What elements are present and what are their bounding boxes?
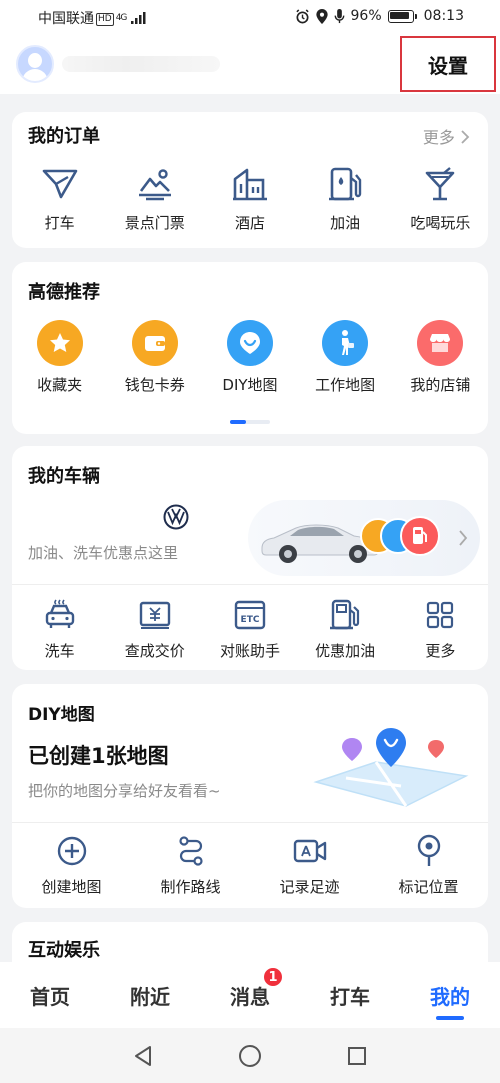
map-pin-icon: [409, 834, 449, 868]
entertainment-title: 互动娱乐: [28, 940, 100, 961]
recommend-diy-map[interactable]: DIY地图: [202, 320, 297, 395]
tab-home[interactable]: 首页: [0, 962, 100, 1028]
recommend-favorites[interactable]: 收藏夹: [12, 320, 107, 395]
microphone-icon: [334, 8, 344, 23]
recent-apps-icon[interactable]: [342, 1042, 372, 1070]
grid-more-icon: [420, 598, 460, 632]
orders-card: 我的订单 更多 打车 景点门票 酒店 加油 吃喝玩乐: [12, 112, 488, 248]
vehicle-fuel-discount[interactable]: 优惠加油: [298, 598, 393, 661]
recommend-my-shop[interactable]: 我的店铺: [393, 320, 488, 395]
tab-nearby[interactable]: 附近: [100, 962, 200, 1028]
hd-icon: HD: [96, 13, 114, 26]
order-taxi[interactable]: 打车: [12, 164, 107, 233]
order-scenic-ticket[interactable]: 景点门票: [107, 164, 202, 233]
page-indicator: [230, 420, 270, 424]
map-illustration: [313, 728, 469, 807]
orders-more-link[interactable]: 更多: [423, 124, 470, 148]
message-badge: 1: [262, 966, 284, 988]
diy-mark-location[interactable]: 标记位置: [369, 834, 488, 897]
fuel-discount-icon: [325, 598, 365, 632]
tab-mine[interactable]: 我的: [400, 962, 500, 1028]
chevron-right-icon: [461, 130, 470, 144]
svg-text:ETC: ETC: [241, 615, 260, 625]
video-record-icon: [290, 834, 330, 868]
scenic-ticket-icon: [135, 164, 175, 204]
cocktail-icon: [420, 164, 460, 204]
diy-map-title: DIY地图: [28, 705, 95, 725]
orders-title: 我的订单: [28, 126, 100, 147]
battery-icon: [387, 9, 417, 23]
order-food-fun[interactable]: 吃喝玩乐: [393, 164, 488, 233]
fuel-icon: [325, 164, 365, 204]
system-nav-bar: [0, 1028, 500, 1083]
user-name-redacted[interactable]: [62, 56, 220, 72]
diy-record-footprint[interactable]: 记录足迹: [250, 834, 369, 897]
settings-button[interactable]: 设置: [400, 36, 496, 92]
recommend-work-map[interactable]: 工作地图: [298, 320, 393, 395]
order-hotel[interactable]: 酒店: [202, 164, 297, 233]
alarm-icon: [295, 8, 309, 23]
chevron-right-icon: [459, 530, 468, 546]
bottom-tab-bar: 首页 附近 消息 1 打车 我的: [0, 962, 500, 1028]
hotel-icon: [230, 164, 270, 204]
diy-map-card: DIY地图 已创建1张地图 把你的地图分享给好友看看~ 创建地图 制作路线 记录…: [12, 684, 488, 908]
avatar[interactable]: [16, 45, 54, 83]
taxi-icon: [40, 164, 80, 204]
recommend-wallet[interactable]: 钱包卡券: [107, 320, 202, 395]
home-circle-icon[interactable]: [235, 1042, 265, 1070]
diy-map-icon: [226, 320, 273, 366]
diy-make-route[interactable]: 制作路线: [131, 834, 250, 897]
vehicle-more[interactable]: 更多: [393, 598, 488, 661]
diy-map-subtitle: 把你的地图分享给好友看看~: [28, 782, 221, 800]
location-icon: [315, 8, 328, 24]
car-wash-icon: [40, 598, 80, 632]
vehicle-price-check[interactable]: 查成交价: [107, 598, 202, 661]
shop-icon: [417, 320, 464, 366]
walker-icon: [322, 320, 369, 366]
etc-icon: ETC: [230, 598, 270, 632]
vehicle-car-wash[interactable]: 洗车: [12, 598, 107, 661]
price-tag-icon: [135, 598, 175, 632]
status-bar: 中国联通 HD 4G 96% 08:13: [0, 0, 500, 34]
vehicle-promo-text: 加油、洗车优惠点这里: [28, 544, 179, 562]
recommend-title: 高德推荐: [28, 282, 100, 303]
carrier: 中国联通 HD 4G: [38, 8, 147, 28]
profile-header: 设置: [0, 34, 500, 94]
order-fuel[interactable]: 加油: [298, 164, 393, 233]
signal-icon: [130, 12, 146, 24]
vehicle-title: 我的车辆: [28, 466, 100, 487]
plus-circle-icon: [52, 834, 92, 868]
wallet-icon: [131, 320, 178, 366]
tab-taxi[interactable]: 打车: [300, 962, 400, 1028]
battery-percent: 96%: [350, 8, 382, 24]
fuel-badge: [400, 516, 440, 556]
diy-create-map[interactable]: 创建地图: [12, 834, 131, 897]
network-type: 4G: [115, 13, 128, 23]
tab-messages[interactable]: 消息 1: [200, 962, 300, 1028]
route-icon: [171, 834, 211, 868]
vehicle-etc-assistant[interactable]: ETC 对账助手: [202, 598, 297, 661]
vehicle-banner: [248, 500, 480, 576]
back-icon[interactable]: [128, 1042, 158, 1070]
star-icon: [36, 320, 83, 366]
recommend-card: 高德推荐 收藏夹 钱包卡券 DIY地图 工作地图 我的店铺: [12, 262, 488, 434]
vehicle-card: 我的车辆 加油、洗车优惠点这里 洗车 查成交价 ETC 对账助手 优惠加油 更多: [12, 446, 488, 670]
diy-map-headline[interactable]: 已创建1张地图: [28, 740, 169, 770]
vehicle-promo[interactable]: 加油、洗车优惠点这里: [12, 496, 488, 580]
volkswagen-logo: [163, 504, 189, 534]
clock: 08:13: [423, 8, 464, 24]
